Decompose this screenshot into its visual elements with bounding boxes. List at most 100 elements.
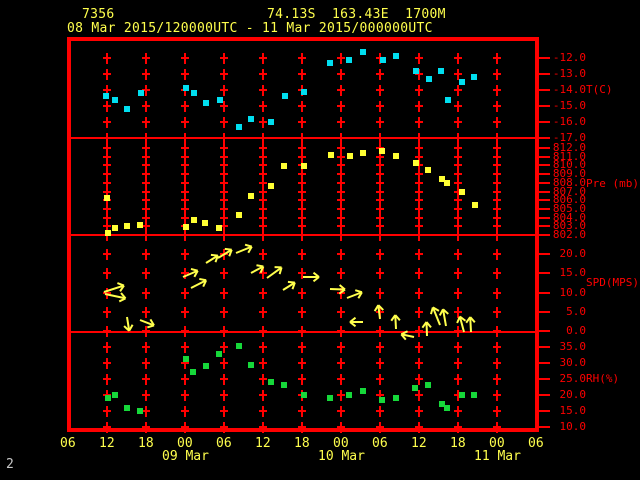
grid-cross	[103, 253, 111, 255]
grid-cross	[259, 190, 267, 193]
panel-label: SPD(MPS)	[586, 276, 639, 289]
meteogram-screen: { "header": { "station_id": "7356", "loc…	[0, 0, 640, 480]
grid-cross	[220, 199, 228, 202]
grid-cross	[103, 378, 111, 381]
temperature-point	[300, 88, 307, 95]
temperature-point	[345, 56, 352, 63]
grid-cross	[415, 121, 423, 123]
grid-cross	[493, 234, 501, 236]
grid-cross	[415, 147, 423, 149]
pressure-point	[267, 183, 274, 190]
pressure-point	[378, 147, 385, 154]
grid-cross	[454, 225, 462, 228]
grid-cross	[259, 216, 267, 219]
grid-cross	[259, 147, 267, 149]
grid-cross	[259, 253, 267, 255]
humidity-point	[326, 395, 333, 402]
wind-arrow	[351, 321, 364, 324]
grid-cross	[337, 121, 345, 123]
grid-cross	[259, 121, 267, 123]
grid-cross	[376, 225, 384, 228]
grid-cross	[337, 181, 345, 184]
grid-cross	[181, 253, 189, 255]
grid-cross	[142, 181, 150, 184]
grid-cross	[181, 346, 189, 348]
grid-cross	[259, 362, 267, 365]
grid-cross	[181, 410, 189, 413]
grid-cross	[454, 137, 462, 139]
grid-cross	[142, 378, 150, 381]
x-axis-hour-label: 06	[528, 436, 544, 451]
temperature-point	[137, 90, 144, 97]
grid-cross	[493, 216, 501, 219]
grid-cross	[454, 155, 462, 158]
grid-cross	[415, 105, 423, 107]
grid-cross	[493, 164, 501, 167]
panel-label: Pre (mb)	[586, 177, 639, 190]
pressure-point	[105, 230, 112, 237]
grid-cross	[142, 362, 150, 365]
humidity-point	[360, 387, 367, 394]
grid-cross	[415, 89, 423, 91]
grid-cross	[298, 410, 306, 413]
grid-cross	[103, 147, 111, 149]
humidity-point	[443, 404, 450, 411]
grid-cross	[454, 291, 462, 294]
temperature-point	[183, 85, 190, 92]
grid-cross	[142, 207, 150, 210]
grid-cross	[103, 410, 111, 413]
grid-cross	[259, 234, 267, 236]
grid-cross	[103, 346, 111, 348]
pressure-point	[248, 192, 255, 199]
grid-cross	[298, 137, 306, 139]
grid-cross	[415, 310, 423, 313]
grid-cross	[415, 199, 423, 202]
grid-cross	[298, 291, 306, 294]
humidity-point	[215, 351, 222, 358]
temperature-point	[217, 96, 224, 103]
grid-cross	[337, 410, 345, 413]
x-axis-hour-label: 18	[138, 436, 154, 451]
grid-cross	[220, 181, 228, 184]
wind-arrow	[329, 288, 344, 291]
grid-cross	[454, 234, 462, 236]
grid-cross	[220, 426, 228, 429]
grid-cross	[220, 164, 228, 167]
grid-cross	[376, 89, 384, 91]
grid-cross	[181, 173, 189, 176]
grid-cross	[376, 164, 384, 167]
axis-tick-label: 25.0	[559, 372, 587, 386]
grid-cross	[142, 137, 150, 139]
wind-arrow	[282, 282, 295, 292]
grid-cross	[181, 121, 189, 123]
grid-cross	[376, 137, 384, 139]
grid-cross	[493, 225, 501, 228]
grid-cross	[259, 199, 267, 202]
grid-cross	[454, 378, 462, 381]
x-axis-date-label: 11 Mar	[474, 449, 521, 464]
grid-cross	[142, 225, 150, 228]
grid-cross	[103, 181, 111, 184]
wind-arrow	[190, 279, 206, 289]
grid-cross	[337, 330, 345, 332]
grid-cross	[493, 253, 501, 255]
grid-cross	[103, 190, 111, 193]
grid-cross	[415, 272, 423, 275]
grid-cross	[493, 181, 501, 184]
grid-cross	[220, 89, 228, 91]
grid-cross	[493, 378, 501, 381]
humidity-point	[471, 392, 478, 399]
grid-cross	[103, 89, 111, 91]
grid-cross	[298, 272, 306, 275]
grid-cross	[220, 362, 228, 365]
grid-cross	[142, 426, 150, 429]
humidity-point	[235, 343, 242, 350]
pressure-point	[360, 150, 367, 157]
grid-cross	[220, 272, 228, 275]
grid-cross	[454, 181, 462, 184]
grid-cross	[259, 410, 267, 413]
page-number: 2	[6, 457, 14, 472]
x-axis-date-label: 09 Mar	[162, 449, 209, 464]
x-axis-hour-label: 12	[255, 436, 271, 451]
grid-cross	[298, 199, 306, 202]
